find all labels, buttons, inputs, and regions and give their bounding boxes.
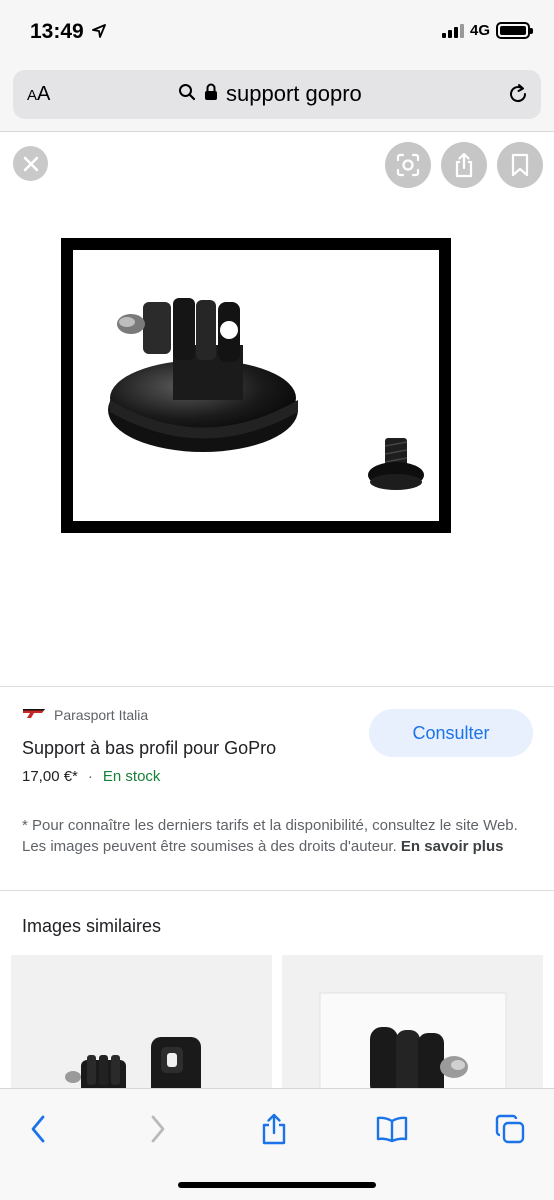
consult-button[interactable]: Consulter bbox=[369, 709, 533, 757]
product-title[interactable]: Support à bas profil pour GoPro bbox=[22, 738, 276, 759]
status-indicators: 4G bbox=[441, 22, 533, 39]
source-logo-icon bbox=[22, 706, 46, 724]
close-button[interactable] bbox=[13, 146, 48, 181]
url-text: support gopro bbox=[226, 81, 362, 106]
home-indicator bbox=[178, 1182, 376, 1188]
similar-images-title: Images similaires bbox=[22, 916, 162, 936]
url-bar[interactable]: AA support gopro bbox=[13, 70, 541, 119]
availability: En stock bbox=[102, 768, 161, 785]
back-button[interactable] bbox=[18, 1109, 58, 1149]
text-size-button[interactable]: AA bbox=[27, 83, 50, 106]
url-center: support gopro bbox=[178, 81, 362, 107]
lens-button[interactable] bbox=[385, 142, 431, 188]
divider bbox=[0, 890, 554, 891]
similar-image-thumb[interactable] bbox=[282, 955, 543, 1095]
reload-icon[interactable] bbox=[507, 83, 529, 110]
lock-icon bbox=[204, 83, 218, 106]
bookmark-button[interactable] bbox=[497, 142, 543, 188]
share-page-button[interactable] bbox=[254, 1109, 294, 1149]
back-icon bbox=[31, 1115, 45, 1143]
browser-header: AA support gopro bbox=[0, 64, 554, 132]
text-size-label: A bbox=[37, 83, 51, 105]
location-arrow-icon bbox=[92, 24, 106, 43]
bookmark-icon bbox=[511, 153, 529, 177]
disclaimer: * Pour connaître les derniers tarifs et … bbox=[22, 815, 522, 857]
forward-icon bbox=[151, 1115, 165, 1143]
battery-icon bbox=[496, 22, 533, 39]
forward-button[interactable] bbox=[138, 1109, 178, 1149]
share-button[interactable] bbox=[441, 142, 487, 188]
search-icon bbox=[178, 83, 196, 106]
bookmarks-button[interactable] bbox=[372, 1109, 412, 1149]
divider bbox=[0, 686, 554, 687]
close-icon bbox=[23, 156, 38, 171]
tabs-button[interactable] bbox=[490, 1109, 530, 1149]
separator: · bbox=[87, 768, 93, 785]
share-icon bbox=[262, 1113, 286, 1145]
product-image[interactable] bbox=[61, 238, 451, 533]
network-label: 4G bbox=[469, 22, 490, 39]
learn-more-link[interactable]: En savoir plus bbox=[401, 838, 504, 855]
price: 17,00 €* bbox=[22, 768, 78, 785]
source-name: Parasport Italia bbox=[54, 707, 149, 723]
share-icon bbox=[455, 152, 473, 178]
tabs-icon bbox=[495, 1114, 525, 1144]
product-image-canvas bbox=[73, 250, 439, 521]
signal-icon bbox=[441, 23, 464, 38]
book-icon bbox=[376, 1116, 408, 1143]
status-bar: 13:49 4G bbox=[0, 0, 554, 64]
price-row: 17,00 €* · En stock bbox=[22, 768, 160, 785]
similar-image-thumb[interactable] bbox=[11, 955, 272, 1095]
source[interactable]: Parasport Italia bbox=[22, 706, 148, 724]
lens-icon bbox=[396, 153, 420, 177]
status-time: 13:49 bbox=[30, 20, 84, 43]
